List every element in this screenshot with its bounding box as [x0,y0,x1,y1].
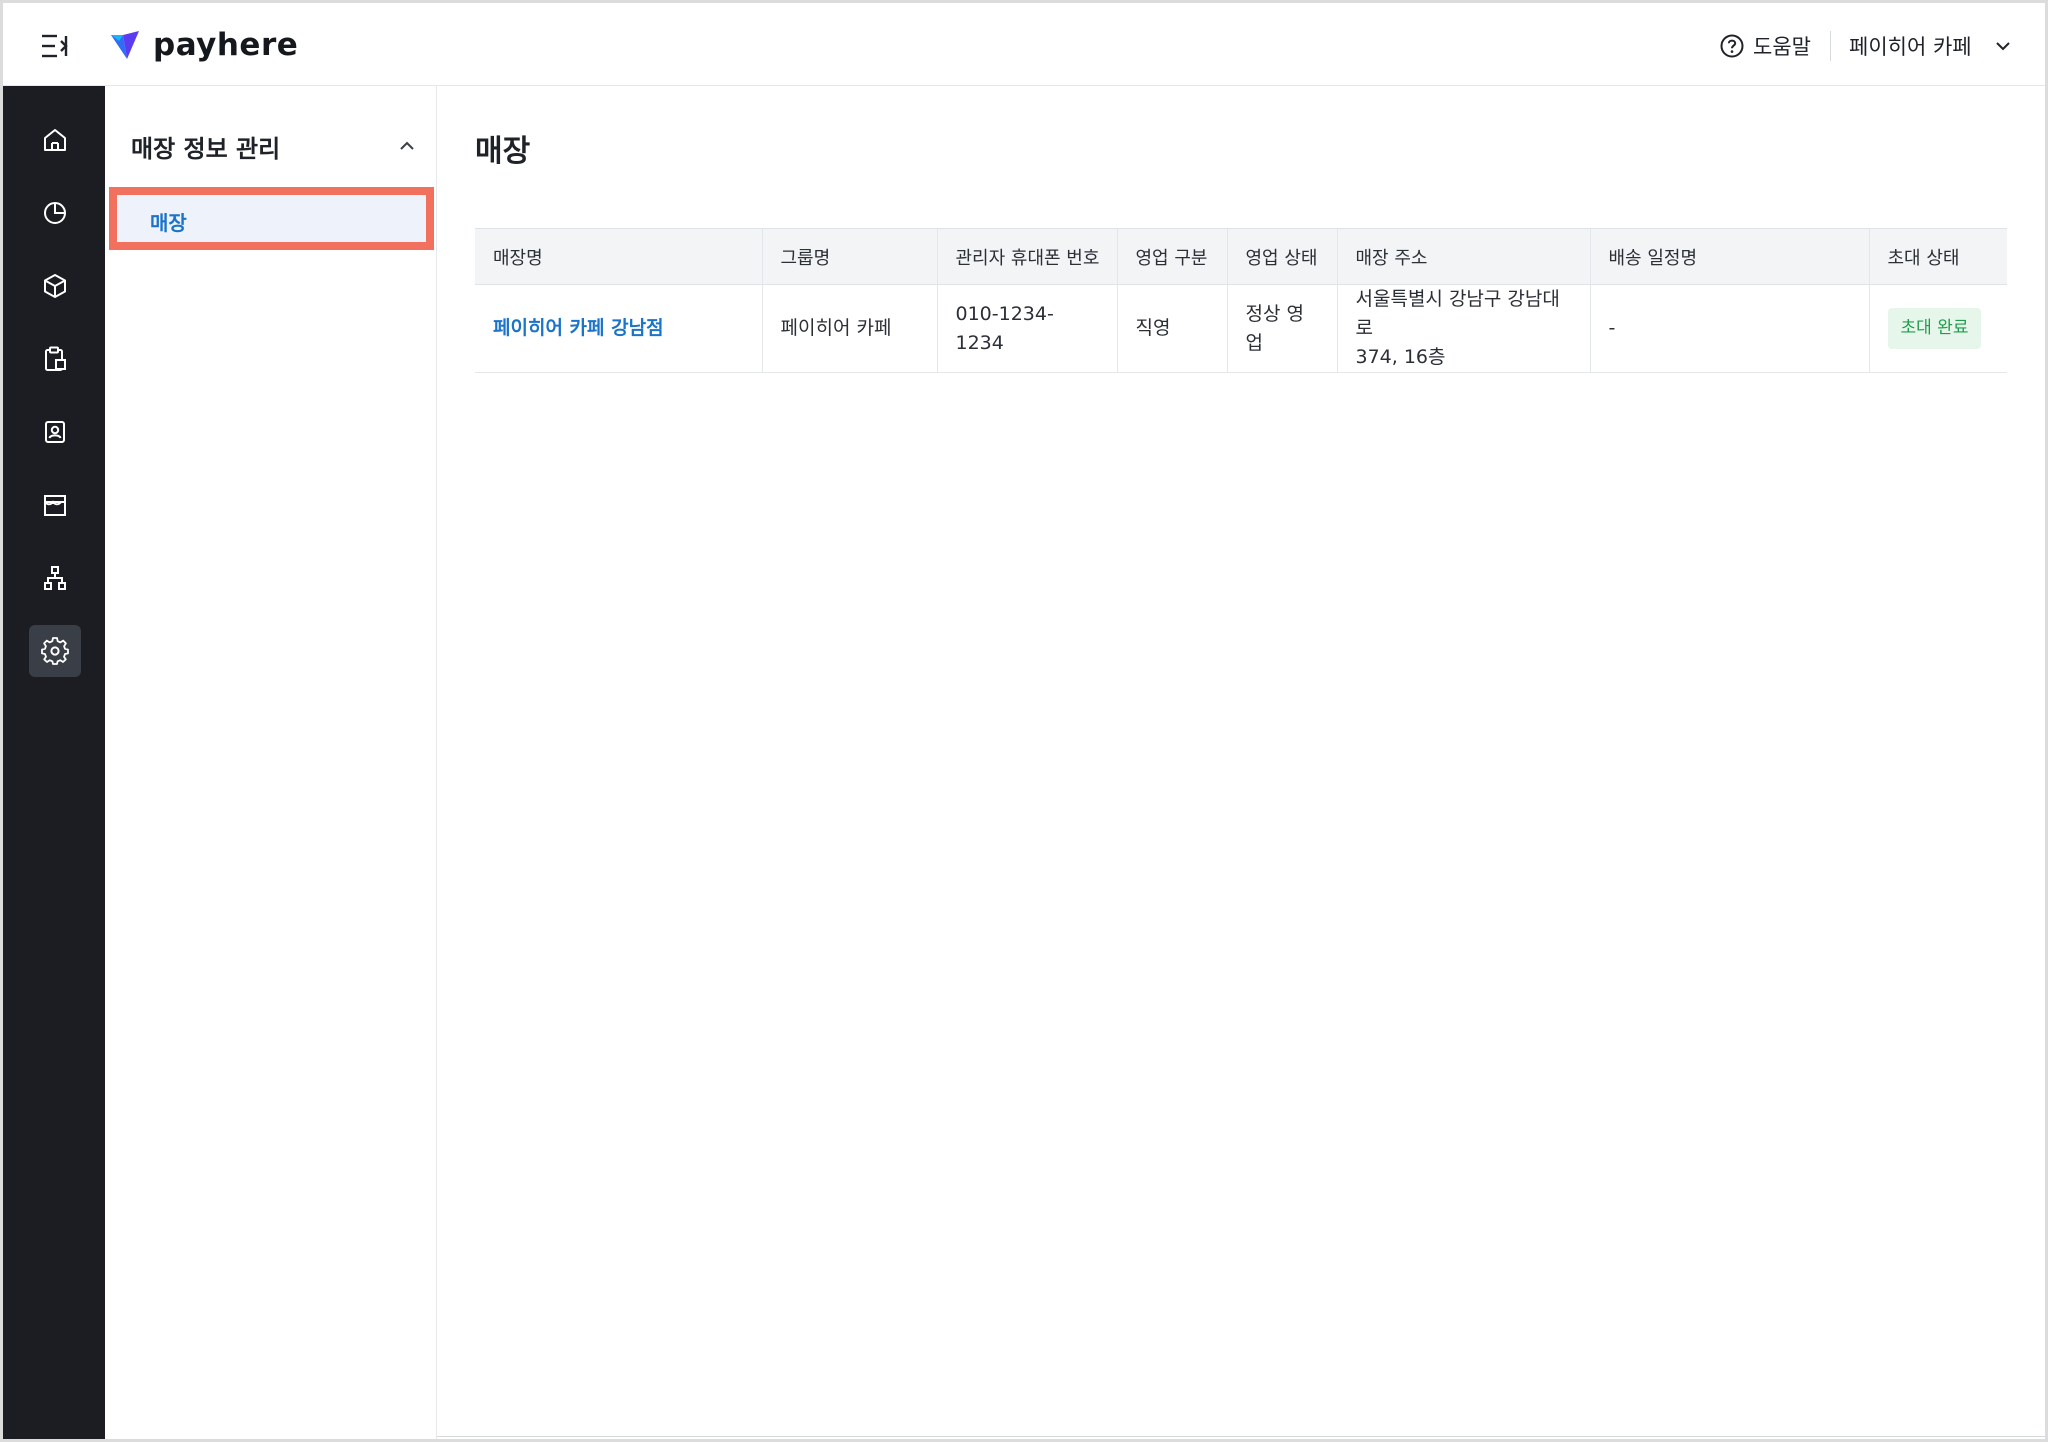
column-header[interactable]: 그룹명 [761,228,937,285]
chevron-up-icon [400,141,414,150]
store-table: 매장명 그룹명 관리자 휴대폰 번호 영업 구분 영업 상태 매장 주소 배송 … [475,228,2007,373]
store-name-cell: 페이히어 카페 강남점 [475,284,762,373]
address-line-1: 서울특별시 강남구 강남대로 [1355,288,1560,339]
column-header[interactable]: 배송 일정명 [1589,228,1869,285]
column-header[interactable]: 영업 구분 [1116,228,1227,285]
nav-home[interactable] [29,114,81,166]
nav-organization[interactable] [29,552,81,604]
subnav-item-label: 매장 [150,211,187,235]
home-icon [44,129,66,151]
column-header[interactable]: 영업 상태 [1226,228,1337,285]
nav-analytics[interactable] [29,187,81,239]
payhere-logo-icon [111,31,139,59]
delivery-schedule-cell: - [1589,284,1869,373]
header-divider [1830,31,1831,61]
store-selector[interactable]: 페이히어 카페 [1849,31,2012,61]
gear-icon [41,637,69,665]
store-info-section-toggle[interactable]: 매장 정보 관리 [131,128,417,164]
store-icon [44,495,66,516]
column-header[interactable]: 매장명 [475,228,762,285]
nav-products[interactable] [29,260,81,312]
address-line-2: 374, 16층 [1355,346,1446,368]
help-circle-icon [1720,34,1744,58]
address-cell: 서울특별시 강남구 강남대로 374, 16층 [1336,284,1590,373]
clipboard-icon [45,346,66,371]
page-title: 매장 [475,134,531,169]
nav-settings[interactable] [29,625,81,677]
business-status-cell: 정상 영업 [1226,284,1337,373]
subnav-item-store[interactable]: 매장 [109,187,434,250]
column-header[interactable]: 관리자 휴대폰 번호 [936,228,1117,285]
main-content: 매장 매장명 그룹명 관리자 휴대폰 번호 영업 구분 영업 상태 매장 주소 … [437,86,2045,1439]
business-type-cell: 직영 [1116,284,1227,373]
top-bar: payhere 도움말 페이히어 카페 [3,3,2045,86]
nav-inventory[interactable] [29,333,81,385]
org-chart-icon [44,566,66,590]
pie-chart-icon [44,202,66,224]
store-name-link[interactable]: 페이히어 카페 강남점 [493,317,664,339]
help-button[interactable]: 도움말 [1719,31,1811,61]
chevron-down-icon [1995,42,2010,51]
column-header[interactable]: 초대 상태 [1868,228,2007,285]
contact-card-icon [45,421,65,443]
table-header-row: 매장명 그룹명 관리자 휴대폰 번호 영업 구분 영업 상태 매장 주소 배송 … [475,228,2007,285]
store-selector-label: 페이히어 카페 [1849,35,1972,59]
nav-store[interactable] [29,479,81,531]
column-header[interactable]: 매장 주소 [1336,228,1590,285]
box-icon [44,274,66,298]
bottom-divider [437,1436,2045,1437]
group-name-cell: 페이히어 카페 [761,284,937,373]
table-row[interactable]: 페이히어 카페 강남점 페이히어 카페 010-1234-1234 직영 정상 … [475,284,2007,373]
status-badge: 초대 완료 [1887,308,1982,349]
icon-rail [3,86,105,1439]
sub-navigation: 매장 정보 관리 매장 [105,86,437,1439]
nav-customers[interactable] [29,406,81,458]
payhere-logo[interactable]: payhere [109,23,298,67]
phone-cell: 010-1234-1234 [936,284,1117,373]
invite-status-cell: 초대 완료 [1868,284,2007,373]
menu-toggle-icon[interactable] [39,30,73,62]
logo-text: payhere [153,27,299,63]
help-label: 도움말 [1753,35,1811,59]
section-title: 매장 정보 관리 [131,134,281,163]
